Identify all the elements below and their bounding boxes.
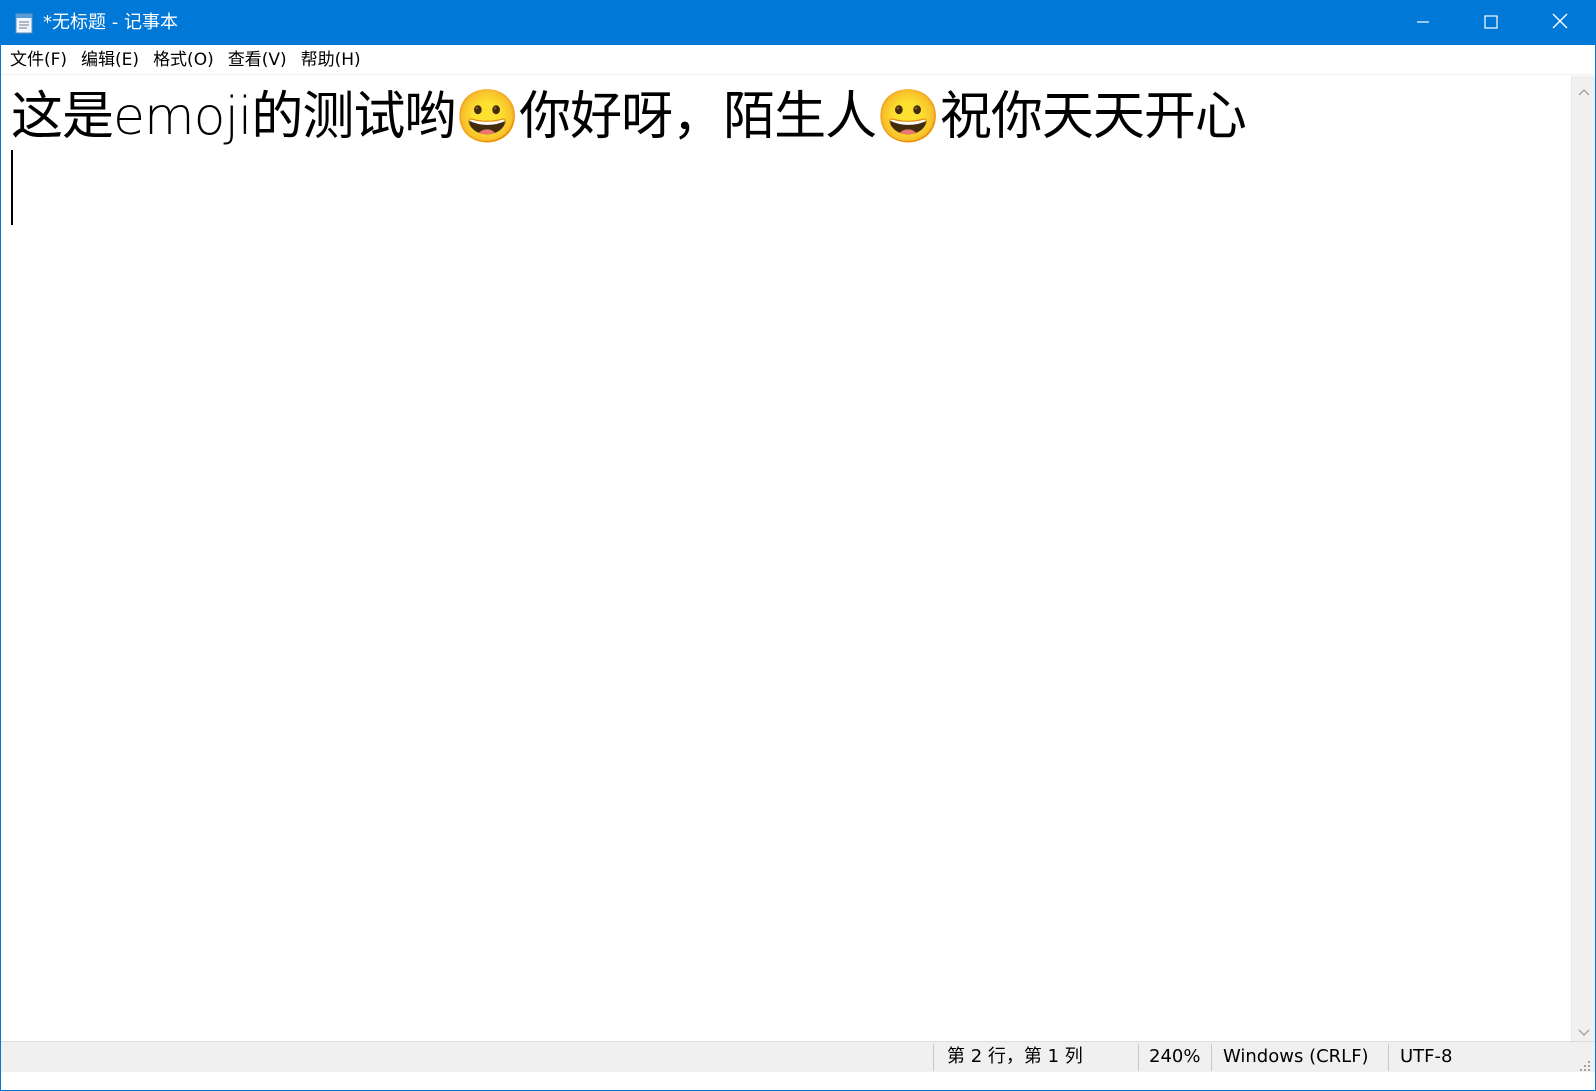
- menu-file[interactable]: 文件(F): [3, 46, 74, 74]
- minimize-icon: [1416, 14, 1430, 33]
- window-title: *无标题 - 记事本: [43, 12, 178, 33]
- status-separator: [1138, 1044, 1139, 1071]
- status-bar: 第 2 行，第 1 列 240% Windows (CRLF) UTF-8: [1, 1041, 1595, 1072]
- editor-line-1: 这是emoji的测试哟😀你好呀，陌生人😀祝你天天开心: [11, 87, 1247, 147]
- status-line-ending: Windows (CRLF): [1223, 1046, 1369, 1067]
- maximize-button[interactable]: [1457, 1, 1525, 45]
- scroll-up-button[interactable]: [1572, 78, 1595, 102]
- notepad-icon[interactable]: [13, 12, 35, 34]
- close-button[interactable]: [1525, 1, 1595, 45]
- scroll-down-button[interactable]: [1572, 1019, 1595, 1043]
- status-separator: [1388, 1044, 1389, 1071]
- resize-grip-icon[interactable]: [1579, 1056, 1591, 1071]
- menu-help[interactable]: 帮助(H): [294, 46, 368, 74]
- status-separator: [1211, 1044, 1212, 1071]
- close-icon: [1552, 13, 1568, 33]
- text-editor[interactable]: 这是emoji的测试哟😀你好呀，陌生人😀祝你天天开心: [1, 76, 1571, 1057]
- chevron-up-icon: [1578, 81, 1590, 100]
- status-encoding: UTF-8: [1400, 1046, 1453, 1067]
- menu-bar: 文件(F) 编辑(E) 格式(O) 查看(V) 帮助(H): [1, 45, 1595, 75]
- menu-format[interactable]: 格式(O): [146, 46, 221, 74]
- status-cursor-position: 第 2 行，第 1 列: [947, 1046, 1083, 1067]
- status-separator: [933, 1044, 934, 1071]
- menu-view[interactable]: 查看(V): [221, 46, 294, 74]
- vertical-scrollbar[interactable]: [1571, 76, 1595, 1057]
- notepad-window: *无标题 - 记事本 文件(F) 编辑(E) 格式(O) 查看(V) 帮助(H)…: [0, 0, 1596, 1091]
- status-zoom: 240%: [1149, 1046, 1201, 1067]
- chevron-down-icon: [1578, 1022, 1590, 1041]
- text-caret: [11, 150, 13, 225]
- menu-edit[interactable]: 编辑(E): [74, 46, 146, 74]
- minimize-button[interactable]: [1389, 1, 1457, 45]
- title-bar[interactable]: *无标题 - 记事本: [1, 1, 1595, 45]
- maximize-icon: [1484, 14, 1498, 33]
